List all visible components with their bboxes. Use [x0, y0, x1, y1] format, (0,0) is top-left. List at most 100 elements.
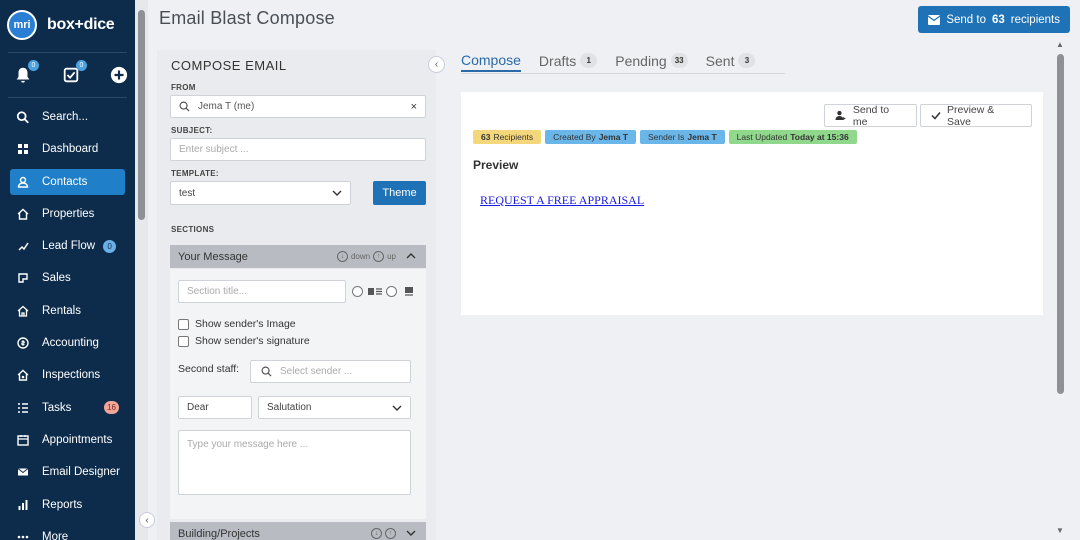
show-sender-image-option[interactable]: Show sender's Image [178, 318, 296, 330]
contacts-icon [16, 175, 30, 189]
sidebar-item-leadflow[interactable]: Lead Flow 0 [10, 233, 125, 259]
add-button[interactable] [109, 65, 129, 85]
arrow-up-icon[interactable]: ↑ [385, 528, 396, 539]
sidebar-item-label: Accounting [42, 337, 99, 350]
sidebar-item-rentals[interactable]: Rentals [10, 298, 125, 324]
tab-label: Pending [615, 52, 667, 69]
search-icon [16, 110, 30, 124]
sidebar-item-accounting[interactable]: Accounting [10, 330, 125, 356]
tab-label: Drafts [538, 52, 577, 69]
tab-drafts[interactable]: Drafts 1 [538, 47, 598, 72]
sidebar-item-search[interactable]: Search... [10, 104, 125, 130]
from-field[interactable]: Jema T (me) × [170, 95, 426, 118]
sidebar-item-label: Dashboard [42, 143, 99, 156]
chevron-left-icon: ‹ [434, 59, 439, 70]
search-icon [179, 101, 190, 112]
compose-tabs: Compose Drafts 1 Pending 33 Sent 3 [461, 47, 785, 74]
sidebar-item-inspections[interactable]: Inspections [10, 362, 125, 388]
subject-input[interactable]: Enter subject ... [170, 138, 426, 161]
chevron-down-icon[interactable] [406, 528, 416, 538]
sidebar-item-email-designer[interactable]: Email Designer [10, 459, 125, 485]
notifications-button[interactable]: 0 [13, 60, 39, 85]
section-move-controls: ↓ down ↑ up [336, 251, 396, 262]
send-to-me-label: Send to me [852, 103, 890, 128]
salutation-select[interactable]: Salutation [258, 396, 411, 419]
sidebar-item-appointments[interactable]: Appointments [10, 427, 125, 453]
logo-badge: mri [7, 10, 37, 40]
request-appraisal-link[interactable]: REQUEST A FREE APPRAISAL [480, 193, 644, 208]
tasks-quick-button[interactable]: 0 [61, 60, 87, 85]
select-sender-input[interactable]: Select sender ... [250, 360, 411, 383]
send-to-me-button[interactable]: Send to me [824, 103, 917, 128]
preview-card: Send to me Preview & Save 63 Recipients C… [461, 92, 1043, 315]
message-textarea[interactable]: Type your message here ... [178, 430, 411, 495]
sidebar-scrollbar[interactable] [135, 0, 148, 540]
scrollbar-thumb[interactable] [138, 10, 145, 220]
sidebar-item-tasks[interactable]: Tasks 16 [10, 395, 125, 421]
show-sender-signature-option[interactable]: Show sender's signature [178, 335, 310, 347]
arrow-down-icon[interactable]: ↓ [336, 251, 348, 262]
logo[interactable]: mri box+dice [0, 0, 135, 50]
sidebar-item-sales[interactable]: Sales [10, 265, 125, 291]
section-body: Section title... Show sender's Image Sho… [170, 269, 426, 519]
tab-pending[interactable]: Pending 33 [615, 47, 688, 72]
send-to-recipients-button[interactable]: Send to 63 recipients [918, 6, 1070, 33]
up-label[interactable]: up [387, 252, 396, 261]
arrow-up-icon[interactable]: ↑ [373, 251, 385, 262]
chevron-up-icon[interactable] [406, 251, 416, 261]
main-scrollbar[interactable]: ▲ ▼ [1052, 38, 1080, 540]
tasks-icon [16, 401, 30, 415]
subject-label: SUBJECT: [171, 126, 213, 135]
search-icon [261, 366, 272, 377]
template-select[interactable]: test [170, 181, 351, 205]
divider [8, 97, 127, 98]
chip-label: Sender Is [647, 132, 685, 142]
sidebar-item-label: More [42, 530, 69, 540]
chip-label: Recipients [493, 132, 534, 142]
nav-list: Search... Dashboard Contacts Properties … [0, 104, 135, 540]
theme-button[interactable]: Theme [373, 181, 426, 205]
sidebar-item-contacts[interactable]: Contacts [10, 168, 125, 195]
dear-input[interactable]: Dear [178, 396, 252, 419]
compose-title: COMPOSE EMAIL [171, 58, 287, 73]
layout-radio-image-only[interactable] [386, 286, 397, 297]
show-sender-signature-checkbox[interactable] [178, 335, 189, 347]
section-title: Building/Projects [178, 527, 260, 540]
info-chips: 63 Recipients Created By Jema T Sender Is J… [473, 130, 857, 144]
arrow-down-icon[interactable]: ↓ [371, 528, 382, 539]
scrollbar-thumb[interactable] [1057, 54, 1064, 394]
chevron-down-icon [392, 405, 402, 411]
from-value: Jema T (me) [198, 101, 255, 112]
chip-value: Jema T [598, 132, 628, 142]
layout-radio-image-text[interactable] [352, 286, 363, 297]
sidebar-item-label: Sales [42, 272, 71, 285]
second-staff-label: Second staff: [178, 363, 240, 375]
down-label[interactable]: down [351, 252, 370, 261]
sidebar-item-properties[interactable]: Properties [10, 201, 125, 227]
compose-collapse-button[interactable]: ‹ [428, 56, 445, 73]
scroll-up-icon[interactable]: ▲ [1056, 40, 1064, 49]
show-sender-image-checkbox[interactable] [178, 318, 189, 330]
clear-icon[interactable]: × [411, 101, 417, 113]
sidebar-item-more[interactable]: More [10, 524, 125, 540]
preview-save-button[interactable]: Preview & Save [920, 104, 1032, 128]
sidebar-item-label: Email Designer [42, 466, 120, 479]
sidebar-item-reports[interactable]: Reports [10, 492, 125, 518]
divider [8, 52, 127, 53]
sidebar-item-label: Search... [42, 111, 89, 123]
layout-image-text-icon [368, 288, 382, 295]
tab-count-badge: 1 [580, 53, 598, 68]
section-header-building-projects[interactable]: Building/Projects ↓ ↑ [170, 522, 426, 540]
tab-label: Sent [705, 52, 735, 69]
properties-icon [16, 207, 30, 221]
chip-value: Jema T [687, 132, 717, 142]
section-header-your-message[interactable]: Your Message ↓ down ↑ up [170, 245, 426, 268]
sidebar-item-dashboard[interactable]: Dashboard [10, 136, 125, 162]
scroll-down-icon[interactable]: ▼ [1056, 526, 1064, 535]
tab-sent[interactable]: Sent 3 [706, 47, 756, 72]
sidebar-item-label: Tasks [42, 401, 72, 414]
section-title-input[interactable]: Section title... [178, 280, 346, 303]
sidebar-collapse-button[interactable]: ‹ [139, 512, 155, 528]
leadflow-badge: 0 [103, 239, 117, 253]
tab-compose[interactable]: Compose [461, 47, 521, 72]
